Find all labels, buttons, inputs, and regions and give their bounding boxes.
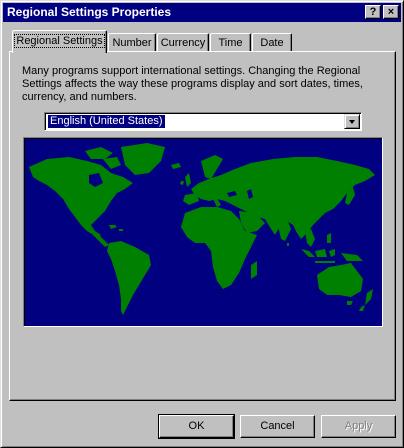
cancel-button[interactable]: Cancel bbox=[240, 415, 315, 438]
world-map-icon bbox=[29, 143, 375, 315]
tab-label: Time bbox=[218, 37, 243, 49]
description-text: Many programs support international sett… bbox=[22, 65, 363, 103]
help-button[interactable]: ? bbox=[365, 5, 381, 19]
locale-dropdown[interactable]: English (United States) bbox=[44, 112, 362, 131]
chevron-down-icon[interactable] bbox=[344, 114, 360, 129]
ok-button-label: OK bbox=[188, 420, 205, 432]
world-map[interactable] bbox=[23, 137, 383, 327]
tab-label: Number bbox=[112, 37, 152, 49]
apply-button[interactable]: Apply bbox=[321, 415, 396, 438]
tab-date[interactable]: Date bbox=[252, 33, 292, 53]
tab-label: Regional Settings bbox=[14, 34, 105, 48]
title-bar[interactable]: Regional Settings Properties ? × bbox=[3, 3, 401, 22]
window-title: Regional Settings Properties bbox=[7, 5, 172, 19]
cancel-button-label: Cancel bbox=[260, 420, 295, 432]
close-button[interactable]: × bbox=[383, 5, 399, 19]
tab-regional-settings[interactable]: Regional Settings bbox=[12, 30, 107, 53]
dialog-window: Regional Settings Properties ? × Regiona… bbox=[0, 0, 404, 448]
ok-button[interactable]: OK bbox=[158, 414, 235, 439]
apply-button-label: Apply bbox=[344, 420, 373, 432]
locale-selected: English (United States) bbox=[47, 114, 166, 129]
tab-panel: Many programs support international sett… bbox=[9, 51, 396, 401]
tab-time[interactable]: Time bbox=[210, 33, 251, 53]
tab-label: Date bbox=[260, 37, 284, 49]
tab-label: Currency bbox=[160, 37, 206, 49]
tab-currency[interactable]: Currency bbox=[157, 33, 209, 53]
tab-number[interactable]: Number bbox=[108, 33, 156, 53]
